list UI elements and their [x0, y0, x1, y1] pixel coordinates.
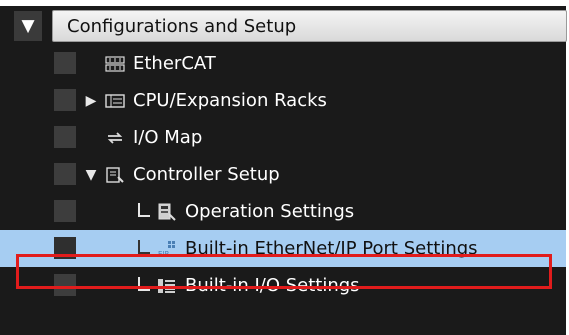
tree-item-ethernet-ip-port-settings[interactable]: EIP Built-in EtherNet/IP Port Settings [0, 230, 566, 267]
tree-connector [138, 239, 150, 254]
section-title-box[interactable]: Configurations and Setup [52, 10, 567, 42]
row-marker [54, 89, 76, 111]
tree-connector [138, 276, 150, 291]
expand-arrow-icon[interactable]: ▶ [82, 93, 100, 109]
tree-item-label: EtherCAT [133, 53, 216, 74]
tree-item-io-settings[interactable]: Built-in I/O Settings [0, 267, 566, 304]
tree-item-io-map[interactable]: I/O Map [0, 119, 566, 156]
tree-connector [138, 202, 150, 217]
ethernet-ip-port-icon: EIP [156, 240, 178, 258]
controller-setup-icon [104, 166, 126, 184]
io-settings-icon [156, 277, 178, 295]
ethercat-icon [104, 55, 126, 73]
tree-item-operation-settings[interactable]: Operation Settings [0, 193, 566, 230]
collapse-arrow-icon[interactable]: ▼ [82, 167, 100, 183]
row-marker [54, 237, 76, 259]
configurations-setup-header[interactable]: ▼ Configurations and Setup [14, 8, 567, 44]
collapse-toggle-button[interactable]: ▼ [14, 11, 42, 41]
row-marker [54, 52, 76, 74]
tree-item-label: CPU/Expansion Racks [133, 90, 327, 111]
row-marker [54, 274, 76, 296]
tree-item-controller-setup[interactable]: ▼ Controller Setup [0, 156, 566, 193]
tree-item-ethercat[interactable]: EtherCAT [0, 45, 566, 82]
operation-settings-icon [156, 203, 178, 221]
rack-icon [104, 92, 126, 110]
tree-item-label: Built-in EtherNet/IP Port Settings [185, 238, 478, 259]
tree-item-label: Operation Settings [185, 201, 355, 222]
tree-item-label: Built-in I/O Settings [185, 275, 360, 296]
section-title: Configurations and Setup [67, 15, 297, 37]
top-border [0, 0, 569, 6]
triangle-down-icon: ▼ [21, 16, 35, 36]
tree-item-label: Controller Setup [133, 164, 280, 185]
tree-item-cpu-expansion-racks[interactable]: ▶ CPU/Expansion Racks [0, 82, 566, 119]
tree-item-label: I/O Map [133, 127, 203, 148]
svg-text:EIP: EIP [158, 250, 169, 258]
row-marker [54, 126, 76, 148]
row-marker [54, 200, 76, 222]
row-marker [54, 163, 76, 185]
io-map-icon [104, 129, 126, 147]
